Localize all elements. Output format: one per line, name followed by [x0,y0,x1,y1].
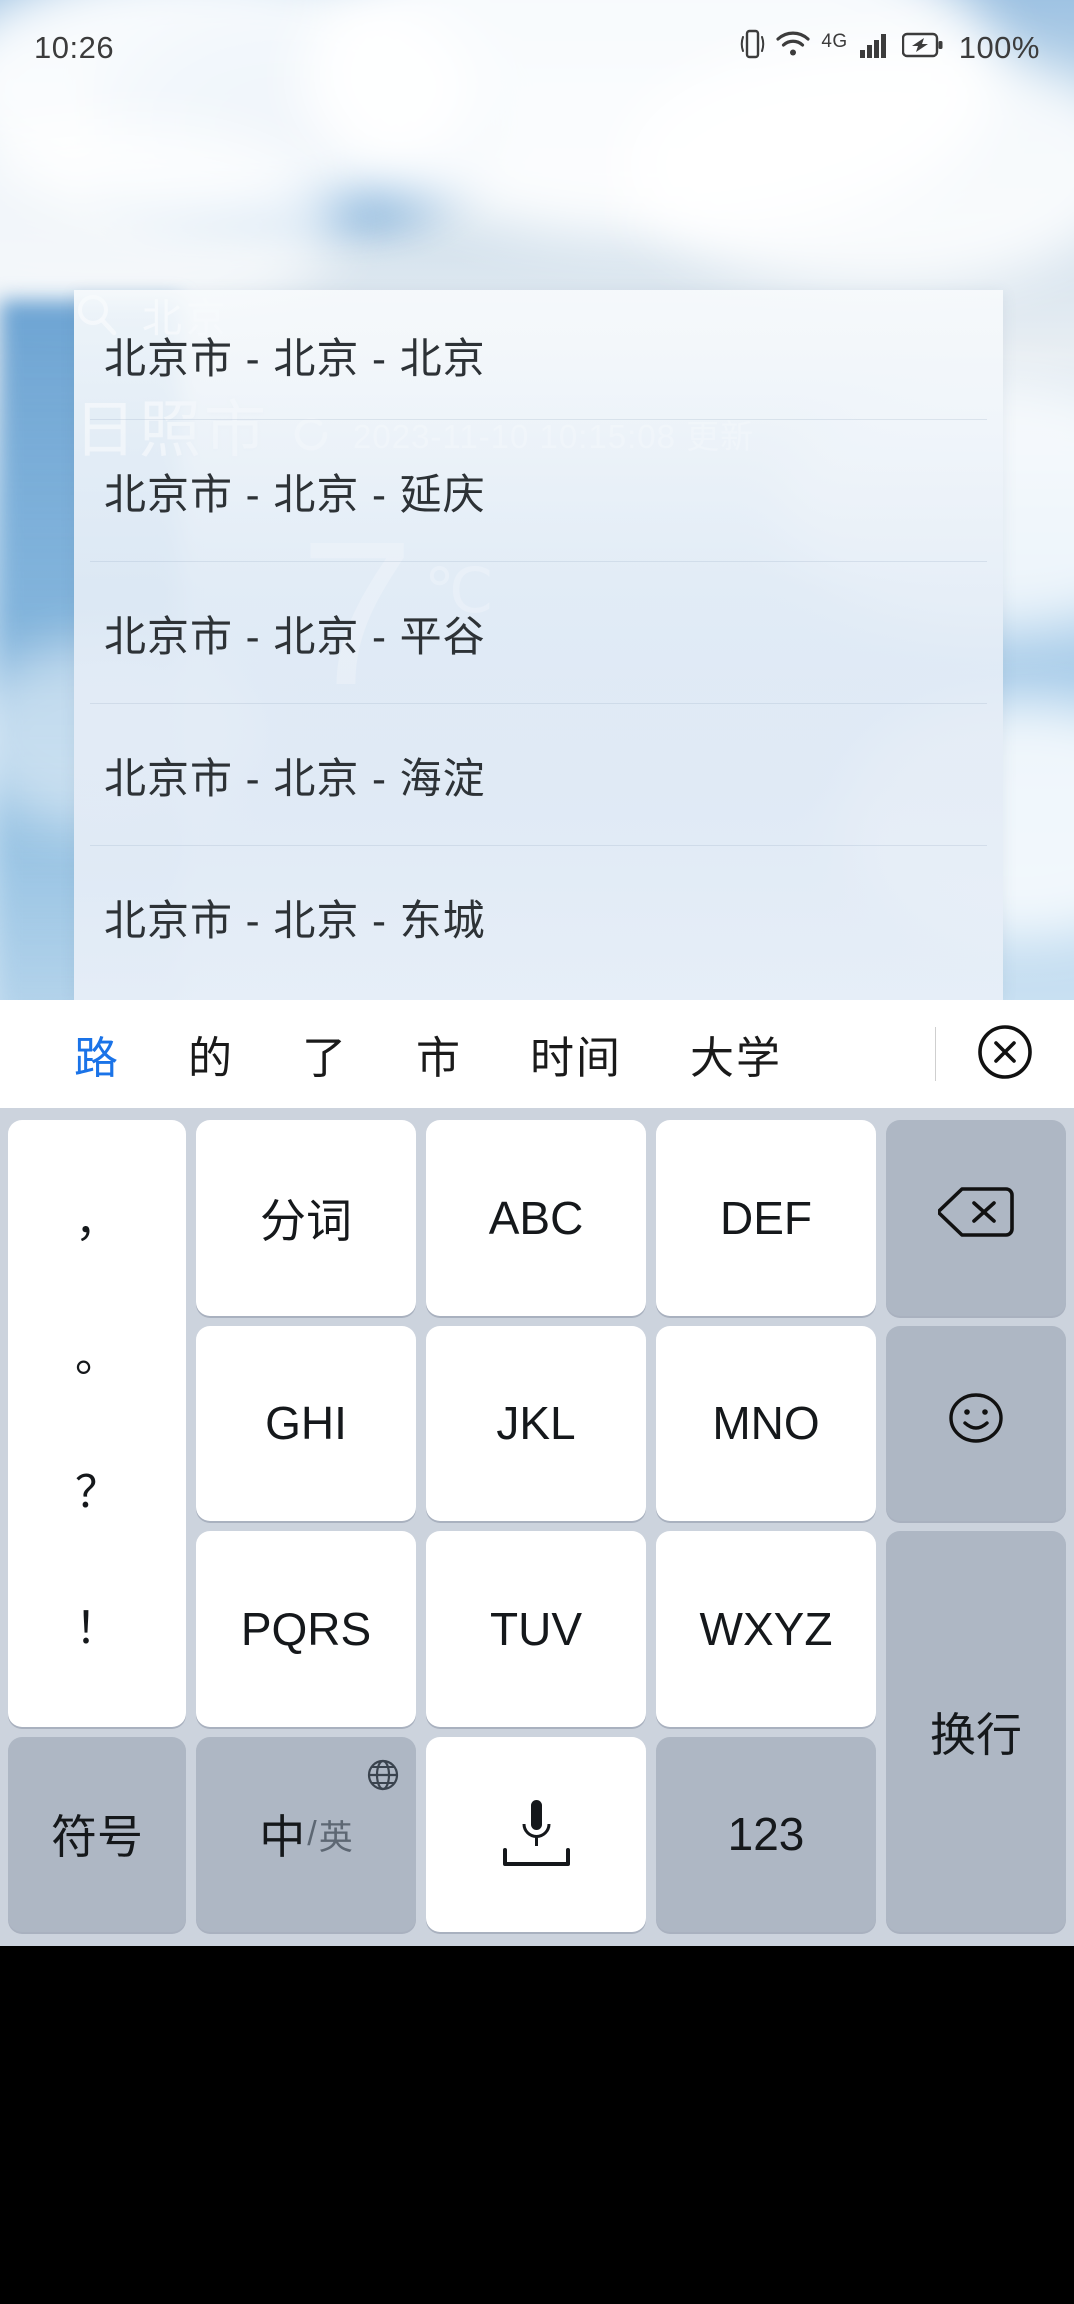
status-bar: 10:26 4G [0,0,1074,96]
vibrate-icon [739,27,765,69]
candidate-item[interactable]: 了 [268,1022,382,1086]
punct-comma: ， [75,1200,119,1244]
lang-cn-label: 中 [259,1801,305,1867]
key-punctuation[interactable]: ， 。 ？ ！ [8,1120,186,1727]
key-enter[interactable]: 换行 [886,1531,1066,1932]
key-wxyz[interactable]: WXYZ [656,1531,876,1727]
ime-keyboard-panel: 路 的 了 市 时间 大学 ， 。 [0,1000,1074,2304]
key-jkl[interactable]: JKL [426,1326,646,1522]
backspace-icon [938,1184,1014,1251]
candidate-list: 路 的 了 市 时间 大学 [0,1022,935,1086]
key-language-switch[interactable]: 中 / 英 [196,1737,416,1933]
search-result-label: 北京市 - 北京 - 延庆 [104,461,486,522]
search-result-item[interactable]: 北京市 - 北京 - 海淀 [74,704,1003,846]
phone-screen: 10:26 4G [0,0,1074,2304]
key-numeric[interactable]: 123 [656,1737,876,1933]
key-emoji[interactable] [886,1326,1066,1522]
search-result-item[interactable]: 北京市 - 北京 - 北京 [74,290,1003,420]
candidate-item[interactable]: 的 [154,1022,268,1086]
city-search-results-dropdown: 北京市 - 北京 - 北京 北京市 - 北京 - 延庆 北京市 - 北京 - 平… [74,290,1003,1000]
wifi-icon [776,30,810,66]
candidate-item[interactable]: 市 [382,1022,496,1086]
status-bar-clock: 10:26 [34,30,114,66]
emoji-icon [944,1387,1008,1460]
key-abc[interactable]: ABC [426,1120,646,1316]
key-pqrs[interactable]: PQRS [196,1531,416,1727]
key-space[interactable] [426,1737,646,1933]
space-mic-icon [491,1794,581,1874]
key-def[interactable]: DEF [656,1120,876,1316]
battery-charging-icon [902,30,944,66]
battery-percent: 100% [959,30,1040,66]
key-tuv[interactable]: TUV [426,1531,646,1727]
search-result-item[interactable]: 北京市 - 北京 - 延庆 [74,420,1003,562]
candidate-item[interactable]: 路 [40,1022,154,1086]
keyboard-keys: ， 。 ？ ！ 分词 ABC DEF GHI JKL MNO [0,1108,1074,1946]
key-backspace[interactable] [886,1120,1066,1316]
key-symbol[interactable]: 符号 [8,1737,186,1933]
4g-icon: 4G [821,31,847,53]
candidate-item[interactable]: 大学 [656,1022,816,1086]
close-circle-icon [974,1021,1036,1088]
key-mno[interactable]: MNO [656,1326,876,1522]
lang-separator: / [307,1815,316,1854]
search-result-item[interactable]: 北京市 - 北京 - 东城 [74,846,1003,988]
globe-icon [366,1749,400,1803]
key-ghi[interactable]: GHI [196,1326,416,1522]
candidate-bar: 路 的 了 市 时间 大学 [0,1000,1074,1108]
punct-period: 。 [75,1335,119,1379]
search-result-label: 北京市 - 北京 - 北京 [104,325,486,386]
close-candidates-button[interactable] [936,1021,1074,1088]
search-result-label: 北京市 - 北京 - 海淀 [104,745,486,806]
search-result-label: 北京市 - 北京 - 平谷 [104,603,486,664]
search-result-label: 北京市 - 北京 - 东城 [104,887,486,948]
punct-exclaim: ！ [75,1607,119,1651]
signal-icon [859,30,891,66]
status-bar-indicators: 4G 100% [739,27,1040,69]
key-fenci[interactable]: 分词 [196,1120,416,1316]
punct-question: ？ [75,1471,119,1515]
lang-en-label: 英 [319,1810,353,1859]
candidate-item[interactable]: 时间 [496,1022,656,1086]
search-result-item[interactable]: 北京市 - 北京 - 平谷 [74,562,1003,704]
